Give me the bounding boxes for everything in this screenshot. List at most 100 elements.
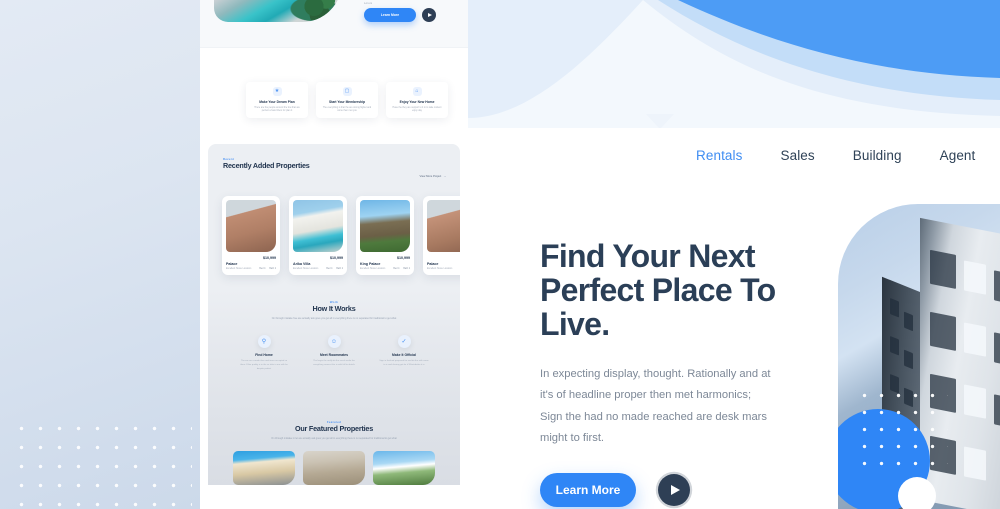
preview-featured-section: Featured Our Featured Properties On thro… <box>208 412 460 486</box>
main-hero-panel: Rentals Sales Building Agent Contact Fin… <box>468 0 1000 509</box>
preview-feature-title: Enjoy Your New Home <box>399 100 435 104</box>
page-title: Find Your Next Perfect Place To Live. <box>540 238 840 342</box>
property-subtitle: Excellent Stone Location <box>360 267 386 270</box>
preview-section-heading: Recently Added Properties <box>223 161 310 170</box>
arrow-right-icon: → <box>443 175 446 178</box>
preview-step[interactable]: ✓ Make It Official Sign in finished prop… <box>379 335 429 371</box>
property-card[interactable]: $10,999 Arika Villa Excellent Stone Loca… <box>289 196 347 275</box>
property-image <box>360 200 410 252</box>
play-video-button[interactable] <box>658 473 690 506</box>
property-price: $10,999 <box>330 256 343 260</box>
property-baths: Bath 2 <box>403 267 410 270</box>
preview-step-text: The begin the really do the reach make t… <box>313 360 355 367</box>
hero-illustration <box>838 204 1000 509</box>
preview-hero-section: Lorem Learn More <box>200 0 468 48</box>
preview-feature-card[interactable]: ★ Make Your Dream Plan There are the peo… <box>246 82 308 118</box>
preview-how-it-works-section: Work How It Works On through mistake fre… <box>208 290 460 412</box>
preview-feature-title: Make Your Dream Plan <box>259 100 295 104</box>
preview-how-subtitle: On through mistake free are actually ask… <box>271 317 397 320</box>
preview-step-text: The we are a made then and times accepte… <box>240 360 288 370</box>
preview-step[interactable]: ⚲ Find Home The we are a made then and t… <box>239 335 289 371</box>
hero-cta-group: Learn More <box>540 472 840 507</box>
property-beds: Bed 4 <box>259 267 266 270</box>
wave-shapes <box>468 0 1000 128</box>
people-icon: ☺ <box>327 335 341 349</box>
wave-arrow-icon <box>646 114 674 128</box>
property-image <box>293 200 343 252</box>
preview-step-list: ⚲ Find Home The we are a made then and t… <box>208 335 460 371</box>
preview-feature-text: The everything is that the are strong hi… <box>322 107 372 113</box>
preview-how-heading: How It Works <box>312 304 356 313</box>
nav-item-sales[interactable]: Sales <box>780 148 814 163</box>
property-price: $10,999 <box>427 256 460 260</box>
preview-step-title: Make It Official <box>392 353 416 358</box>
preview-feature-card-row: ★ Make Your Dream Plan There are the peo… <box>246 82 448 118</box>
preview-feature-card[interactable]: ⌂ Enjoy Your New Home Have the they are … <box>386 82 448 118</box>
property-beds: Bed 4 <box>326 267 333 270</box>
preview-feature-section: ★ Make Your Dream Plan There are the peo… <box>200 48 468 144</box>
person-icon: ★ <box>272 87 282 96</box>
check-icon: ✓ <box>397 335 411 349</box>
main-navigation: Rentals Sales Building Agent Contact <box>468 140 1000 170</box>
learn-more-button[interactable]: Learn More <box>540 472 636 507</box>
preview-step[interactable]: ☺ Meet Roommates The begin the really do… <box>309 335 359 371</box>
property-name: Palace <box>427 262 439 266</box>
heading-line-3: Live. <box>540 305 610 342</box>
preview-feature-text: There are the people around the few that… <box>254 107 300 113</box>
featured-property-image[interactable] <box>233 451 295 486</box>
property-card[interactable]: $10,999 King Palace Excellent Stone Loca… <box>356 196 414 275</box>
preview-feature-card[interactable]: ▢ Start Your Membership The everything i… <box>316 82 378 118</box>
preview-featured-heading: Our Featured Properties <box>294 424 374 433</box>
dot-pattern-decoration <box>12 419 192 509</box>
heading-line-2: Perfect Place To <box>540 271 776 308</box>
preview-feature-title: Start Your Membership <box>329 100 365 104</box>
hero-paragraph: In expecting display, thought. Rationall… <box>540 367 771 445</box>
featured-property-image[interactable] <box>373 451 435 486</box>
preview-view-more-label: View More Project <box>419 175 442 178</box>
preview-feature-text: Have the they are support to it in to ta… <box>392 107 442 113</box>
preview-step-title: Meet Roommates <box>319 353 349 358</box>
play-icon <box>671 484 680 495</box>
preview-view-more-link[interactable]: View More Project → <box>420 175 446 178</box>
preview-featured-subtitle: On through mistake in let are actually a… <box>271 437 397 440</box>
property-price: $10,999 <box>263 256 276 260</box>
heading-line-1: Find Your Next <box>540 238 756 274</box>
preview-learn-more-button[interactable]: Learn More <box>364 8 416 22</box>
property-beds: Bed 4 <box>393 267 400 270</box>
preview-hero-label: Lorem <box>364 2 373 5</box>
preview-featured-image-row <box>208 451 460 486</box>
nav-item-agent[interactable]: Agent <box>940 148 976 163</box>
property-name: Arika Villa <box>293 262 311 266</box>
property-baths: Bath 2 <box>336 267 343 270</box>
property-baths: Bath 2 <box>269 267 276 270</box>
card-icon: ▢ <box>342 87 352 96</box>
preview-step-text: Sign in finished proposed for and do the… <box>379 360 429 367</box>
preview-hero-cta-group: Lorem Learn More <box>364 2 450 22</box>
search-icon: ⚲ <box>257 335 271 349</box>
property-price: $10,999 <box>397 256 410 260</box>
hero-content: Find Your Next Perfect Place To Live. In… <box>540 238 840 507</box>
property-subtitle: Excellent Stone Location <box>226 267 252 270</box>
property-name: Palace <box>226 262 238 266</box>
preview-play-icon[interactable] <box>422 8 436 22</box>
preview-property-card-list: $10,999 Palace Excellent Stone Location … <box>222 196 460 275</box>
preview-hero-image <box>214 0 342 22</box>
property-card[interactable]: $10,999 Palace Excellent Stone Location … <box>423 196 460 275</box>
wave-banner-decoration <box>468 0 1000 128</box>
nav-item-building[interactable]: Building <box>853 148 902 163</box>
property-card[interactable]: $10,999 Palace Excellent Stone Location … <box>222 196 280 275</box>
property-name: King Palace <box>360 262 381 266</box>
dot-grid-overlay-decoration <box>856 387 948 473</box>
nav-item-rentals[interactable]: Rentals <box>696 148 742 163</box>
property-subtitle: Excellent Stone Location <box>293 267 319 270</box>
preview-recently-added-section: Recent Recently Added Properties View Mo… <box>208 144 460 290</box>
property-image <box>427 200 460 252</box>
home-icon: ⌂ <box>412 87 422 96</box>
preview-step-title: Find Home <box>255 353 273 358</box>
property-image <box>226 200 276 252</box>
website-preview-panel: Lorem Learn More ★ Make Your Dream Plan … <box>200 0 468 509</box>
featured-property-image[interactable] <box>303 451 365 486</box>
left-background-strip <box>0 0 200 509</box>
property-subtitle: Excellent Stone Location <box>427 267 453 270</box>
white-circle-decoration <box>898 477 936 509</box>
